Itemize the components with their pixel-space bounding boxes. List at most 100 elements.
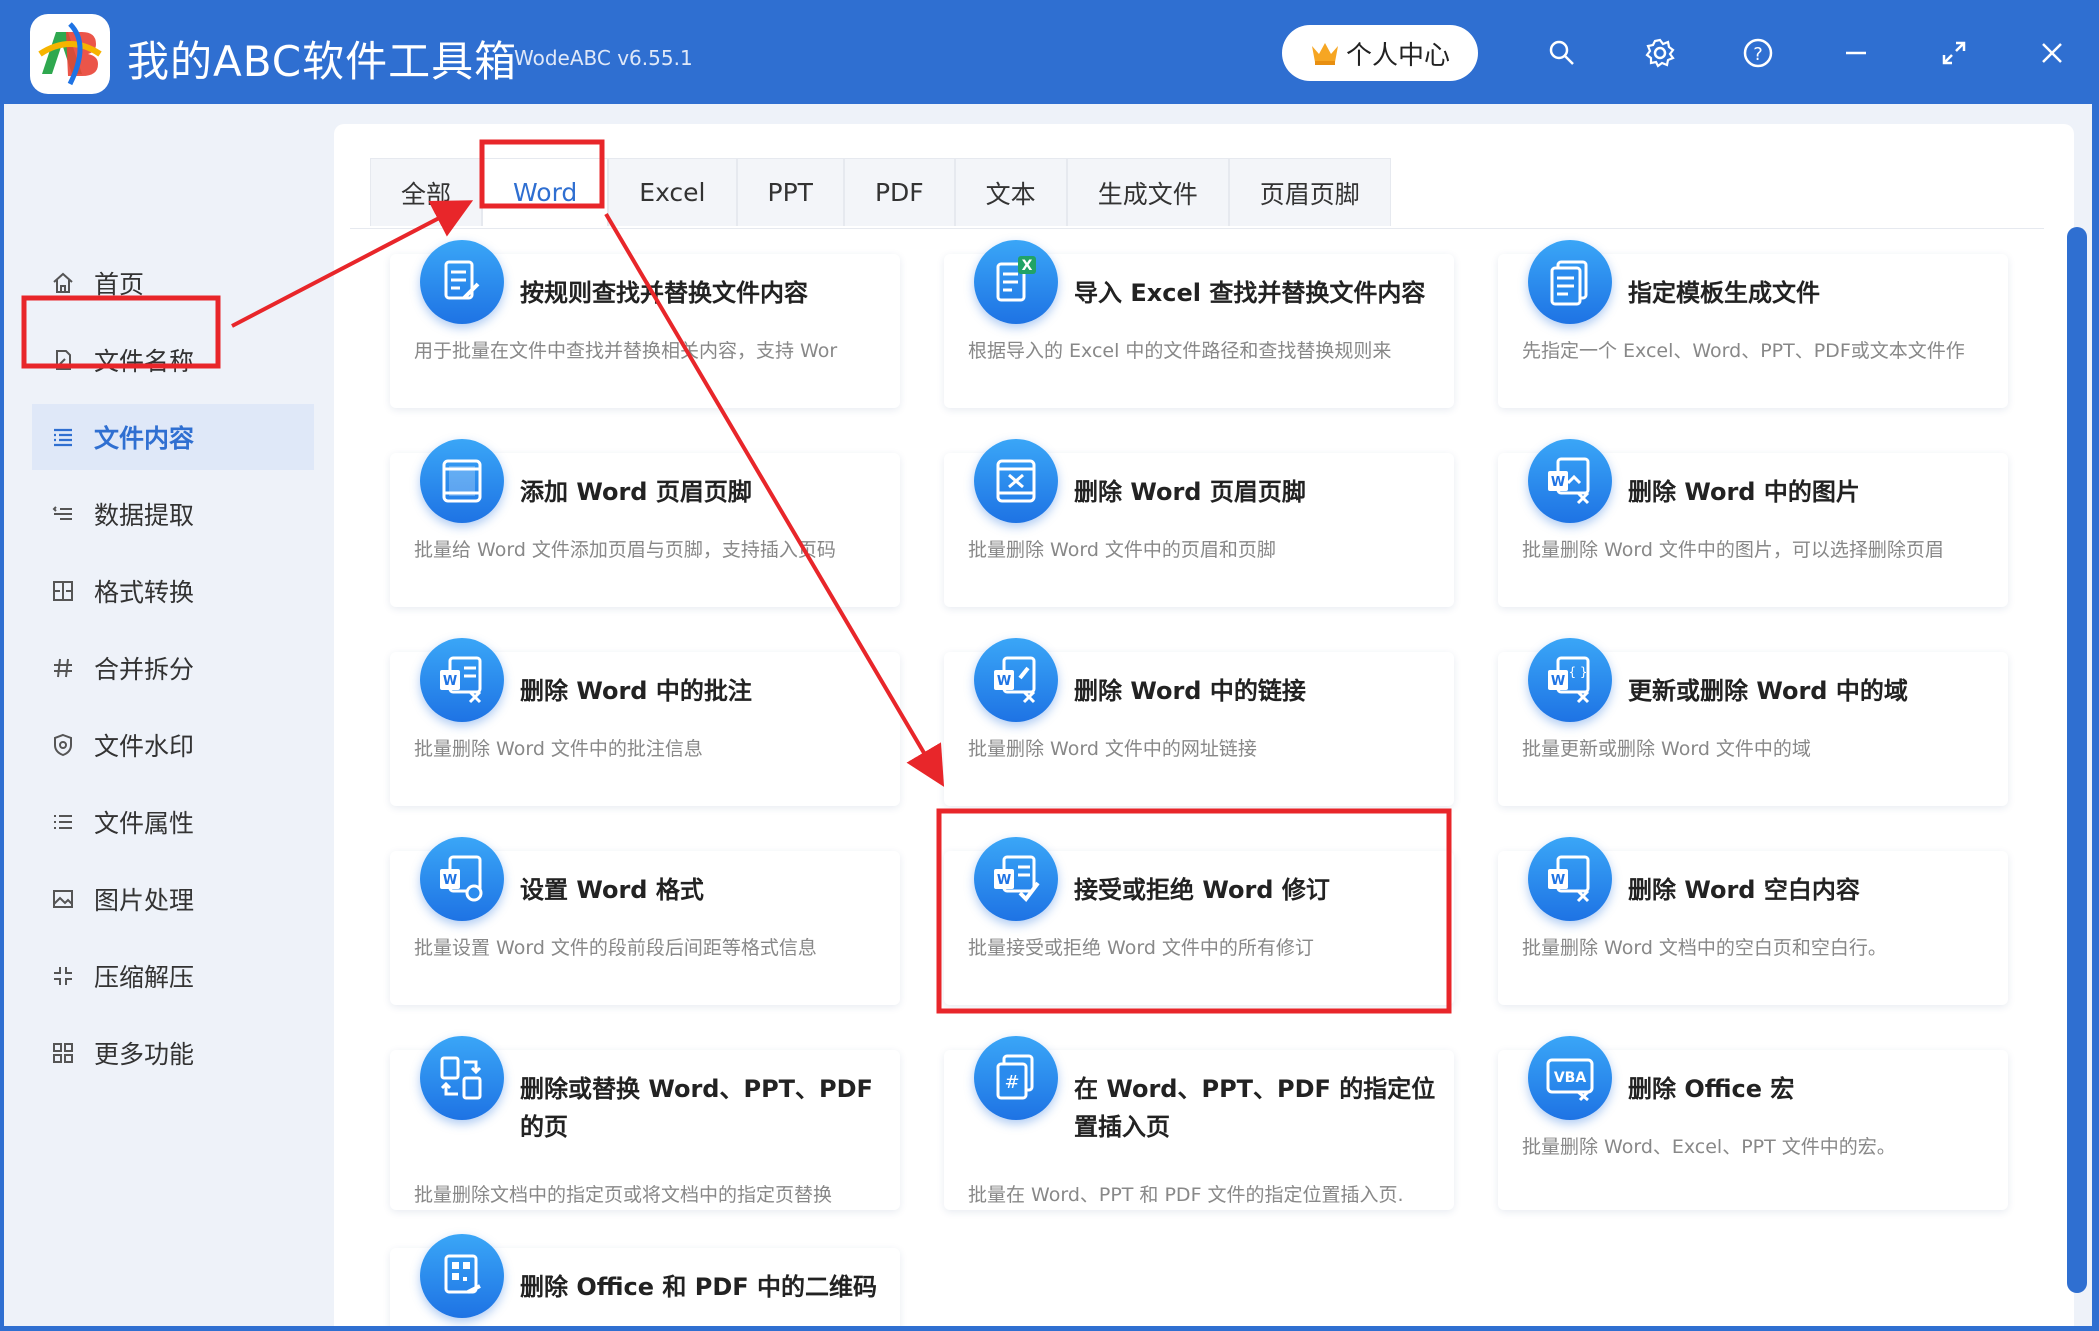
- user-center-label: 个人中心: [1345, 40, 1450, 71]
- search-icon[interactable]: [1535, 26, 1589, 80]
- tab-ppt[interactable]: PPT: [736, 158, 844, 226]
- tool-card-delete-link[interactable]: W 删除 Word 中的链接 批量删除 Word 文件中的网址链接: [944, 638, 1454, 806]
- card-description: 批量删除 Word 文件中的网址链接: [968, 738, 1257, 760]
- window-bottom-edge: [0, 1326, 2099, 1331]
- delete-link-icon: W: [974, 638, 1058, 722]
- template-icon: [1528, 240, 1612, 324]
- sidebar-item-label: 图片处理: [94, 886, 195, 915]
- svg-text:#: #: [1004, 1072, 1019, 1093]
- tabs-divider: [350, 228, 2044, 229]
- svg-text:W: W: [1551, 873, 1565, 888]
- data-extract-icon: [50, 501, 76, 527]
- card-description: 批量删除 Word 文件中的图片，可以选择删除页眉: [1522, 539, 1944, 561]
- tool-card-qrcode[interactable]: 删除 Office 和 PDF 中的二维码: [390, 1234, 900, 1326]
- card-description: 批量更新或删除 Word 文件中的域: [1522, 738, 1811, 760]
- tool-card-replace-page[interactable]: 删除或替换 Word、PPT、PDF 的页 批量删除文档中的指定页或将文档中的指…: [390, 1036, 900, 1210]
- field-icon: W{ }: [1528, 638, 1612, 722]
- card-title: 删除 Word 中的链接: [1074, 677, 1306, 705]
- card-description: 批量删除 Word、Excel、PPT 文件中的宏。: [1522, 1136, 1896, 1158]
- card-description: 先指定一个 Excel、Word、PPT、PDF或文本文件作: [1522, 340, 1965, 362]
- help-icon[interactable]: ?: [1731, 26, 1785, 80]
- card-title: 删除 Office 宏: [1628, 1075, 1795, 1103]
- sidebar-item-data-extract[interactable]: 数据提取: [32, 481, 314, 547]
- more-functions-icon: [50, 1040, 76, 1066]
- sidebar-item-label: 文件水印: [94, 732, 195, 761]
- tool-card-delete-image[interactable]: W 删除 Word 中的图片 批量删除 Word 文件中的图片，可以选择删除页眉: [1498, 439, 2008, 607]
- card-description: 根据导入的 Excel 中的文件路径和查找替换规则来: [968, 340, 1392, 362]
- svg-text:W: W: [1551, 674, 1565, 689]
- tool-card-excel-import[interactable]: X 导入 Excel 查找并替换文件内容 根据导入的 Excel 中的文件路径和…: [944, 240, 1454, 408]
- replace-page-icon: [420, 1036, 504, 1120]
- vba-macro-icon: VBA: [1528, 1036, 1612, 1120]
- tool-card-find-replace[interactable]: 按规则查找并替换文件内容 用于批量在文件中查找并替换相关内容，支持 Wor: [390, 240, 900, 408]
- sidebar-item-more-functions[interactable]: 更多功能: [32, 1020, 314, 1086]
- tool-card-vba-macro[interactable]: VBA 删除 Office 宏 批量删除 Word、Excel、PPT 文件中的…: [1498, 1036, 2008, 1210]
- sidebar-item-label: 首页: [94, 270, 145, 299]
- tab-generate-file[interactable]: 生成文件: [1066, 158, 1229, 226]
- merge-split-icon: [50, 655, 76, 681]
- card-title: 接受或拒绝 Word 修订: [1074, 876, 1330, 904]
- tab-all[interactable]: 全部: [370, 158, 483, 226]
- tab-text[interactable]: 文本: [954, 158, 1067, 226]
- tab-excel[interactable]: Excel: [608, 158, 737, 226]
- sidebar-item-home[interactable]: 首页: [32, 250, 314, 316]
- tab-header-footer[interactable]: 页眉页脚: [1228, 158, 1391, 226]
- app-title: 我的ABC软件工具箱: [127, 37, 518, 86]
- sidebar-item-label: 数据提取: [94, 501, 195, 530]
- tool-card-delete-header-footer[interactable]: 删除 Word 页眉页脚 批量删除 Word 文件中的页眉和页脚: [944, 439, 1454, 607]
- app-logo: [30, 14, 110, 94]
- tool-card-template[interactable]: 指定模板生成文件 先指定一个 Excel、Word、PPT、PDF或文本文件作: [1498, 240, 2008, 408]
- scrollbar[interactable]: [2067, 227, 2087, 1293]
- watermark-icon: [50, 732, 76, 758]
- card-description: 批量设置 Word 文件的段前段后间距等格式信息: [414, 937, 817, 959]
- crown-icon: [1311, 43, 1338, 65]
- tool-card-add-header-footer[interactable]: 添加 Word 页眉页脚 批量给 Word 文件添加页眉与页脚，支持插入页码: [390, 439, 900, 607]
- tab-word[interactable]: Word: [482, 158, 609, 226]
- tool-card-field[interactable]: W{ } 更新或删除 Word 中的域 批量更新或删除 Word 文件中的域: [1498, 638, 2008, 806]
- svg-text:X: X: [1022, 258, 1033, 274]
- minimize-icon[interactable]: [1829, 26, 1883, 80]
- sidebar-item-compress[interactable]: 压缩解压: [32, 943, 314, 1009]
- insert-page-icon: #: [974, 1036, 1058, 1120]
- svg-text:W: W: [997, 873, 1011, 888]
- home-icon: [50, 270, 76, 296]
- gear-icon[interactable]: [1633, 26, 1687, 80]
- card-description: 批量删除文档中的指定页或将文档中的指定页替换: [414, 1184, 833, 1206]
- tab-pdf[interactable]: PDF: [843, 158, 955, 226]
- sidebar-item-format-convert[interactable]: 格式转换: [32, 558, 314, 624]
- category-tabs: 全部 Word Excel PPT PDF 文本 生成文件 页眉页脚: [370, 158, 1391, 226]
- card-title: 删除 Word 页眉页脚: [1074, 478, 1306, 506]
- sidebar-item-label: 文件属性: [94, 809, 195, 838]
- sidebar-item-label: 更多功能: [94, 1040, 195, 1069]
- card-title: 删除 Office 和 PDF 中的二维码: [520, 1273, 877, 1301]
- sidebar-item-file-properties[interactable]: 文件属性: [32, 789, 314, 855]
- card-title: 在 Word、PPT、PDF 的指定位置插入页: [1074, 1075, 1436, 1141]
- sidebar-item-file-content[interactable]: 文件内容: [32, 404, 314, 470]
- tool-card-word-format[interactable]: W 设置 Word 格式 批量设置 Word 文件的段前段后间距等格式信息: [390, 837, 900, 1005]
- tool-card-delete-blank[interactable]: W 删除 Word 空白内容 批量删除 Word 文档中的空白页和空白行。: [1498, 837, 2008, 1005]
- tool-card-accept-revision[interactable]: W 接受或拒绝 Word 修订 批量接受或拒绝 Word 文件中的所有修订: [944, 837, 1454, 1005]
- sidebar-item-merge-split[interactable]: 合并拆分: [32, 635, 314, 701]
- card-description: 批量在 Word、PPT 和 PDF 文件的指定位置插入页.: [968, 1184, 1404, 1206]
- maximize-icon[interactable]: [1927, 26, 1981, 80]
- sidebar-item-watermark[interactable]: 文件水印: [32, 712, 314, 778]
- sidebar-item-file-name[interactable]: 文件名称: [32, 327, 314, 393]
- tool-card-delete-comment[interactable]: W 删除 Word 中的批注 批量删除 Word 文件中的批注信息: [390, 638, 900, 806]
- card-description: 批量删除 Word 文档中的空白页和空白行。: [1522, 937, 1887, 959]
- close-icon[interactable]: [2025, 26, 2079, 80]
- tool-card-insert-page[interactable]: # 在 Word、PPT、PDF 的指定位置插入页 批量在 Word、PPT 和…: [944, 1036, 1454, 1210]
- format-convert-icon: [50, 578, 76, 604]
- sidebar-item-image-process[interactable]: 图片处理: [32, 866, 314, 932]
- card-description: 批量给 Word 文件添加页眉与页脚，支持插入页码: [414, 539, 836, 561]
- delete-comment-icon: W: [420, 638, 504, 722]
- find-replace-icon: [420, 240, 504, 324]
- user-center-button[interactable]: 个人中心: [1282, 25, 1478, 81]
- file-name-icon: [50, 347, 76, 373]
- card-title: 导入 Excel 查找并替换文件内容: [1074, 279, 1426, 307]
- main-content: 首页 文件名称 文件内容 数据提取 格式转换 合并拆分 文件水印 文件属性 图片…: [4, 104, 2092, 1326]
- svg-text:W: W: [997, 674, 1011, 689]
- svg-text:?: ?: [1753, 44, 1763, 65]
- title-bar: 我的ABC软件工具箱 WodeABC v6.55.1 个人中心 ?: [0, 0, 2099, 104]
- accept-revision-icon: W: [974, 837, 1058, 921]
- delete-header-footer-icon: [974, 439, 1058, 523]
